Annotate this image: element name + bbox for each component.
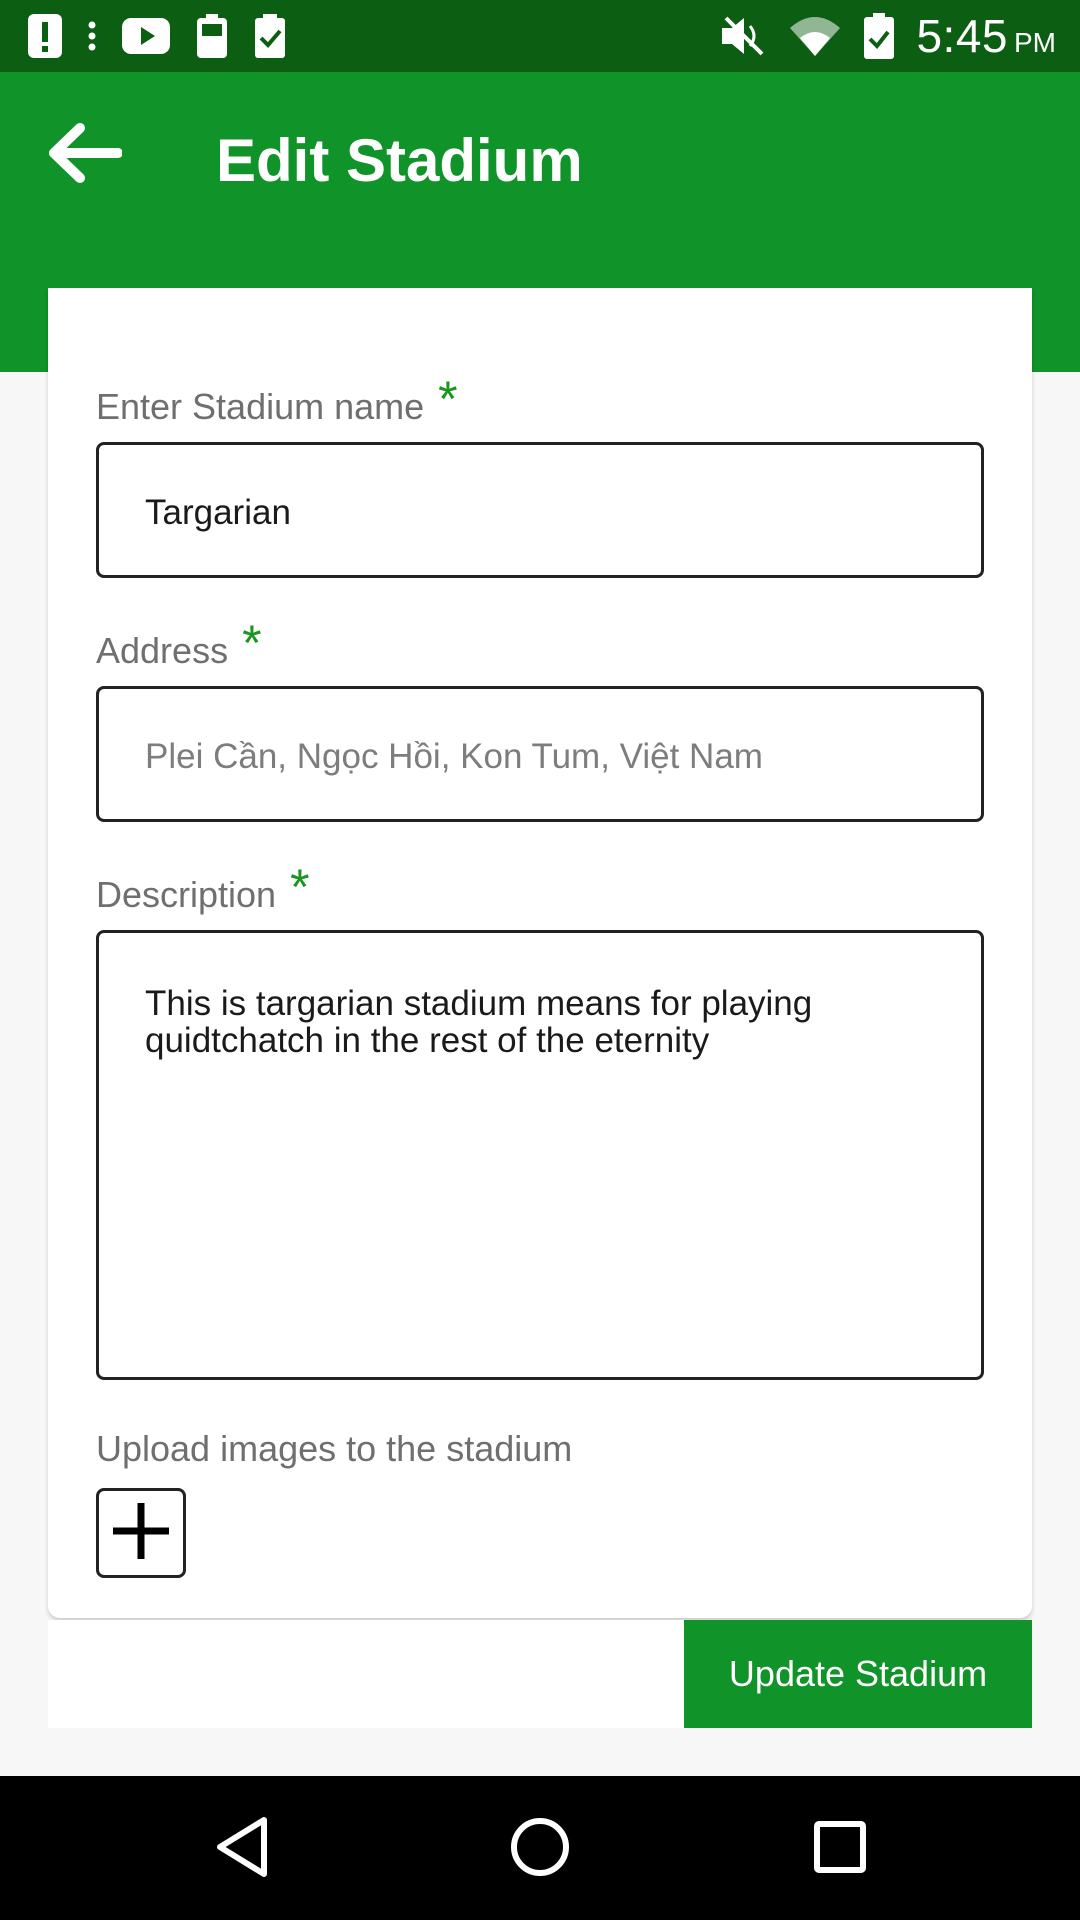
wifi-icon <box>788 14 842 58</box>
description-value: This is targarian stadium means for play… <box>145 984 813 1060</box>
status-time: 5:45 PM <box>916 9 1056 63</box>
status-left-icons <box>28 12 286 60</box>
mute-icon <box>720 14 766 58</box>
upload-images-label: Upload images to the stadium <box>96 1428 573 1469</box>
back-button[interactable] <box>44 120 124 190</box>
back-triangle-icon <box>214 1816 270 1883</box>
back-arrow-icon <box>46 122 123 189</box>
required-asterisk: * <box>438 371 458 427</box>
nav-recents-button[interactable] <box>800 1814 880 1884</box>
status-bar: 5:45 PM <box>0 0 1080 72</box>
address-placeholder: Plei Cần, Ngọc Hồi, Kon Tum, Việt Nam <box>145 737 763 776</box>
youtube-icon <box>122 18 170 54</box>
battery-icon <box>864 13 895 59</box>
required-asterisk: * <box>290 859 310 915</box>
system-nav-bar <box>0 1776 1080 1920</box>
description-label: Description * <box>96 862 310 916</box>
address-input[interactable]: Plei Cần, Ngọc Hồi, Kon Tum, Việt Nam <box>96 686 984 822</box>
nav-back-button[interactable] <box>202 1814 282 1884</box>
form-card: Enter Stadium name * Targarian Address *… <box>48 288 1032 1618</box>
status-right-icons: 5:45 PM <box>720 8 1056 64</box>
battery-saver-icon <box>196 14 228 58</box>
plus-icon <box>110 1500 172 1567</box>
add-image-button[interactable] <box>96 1488 186 1578</box>
stadium-name-input[interactable]: Targarian <box>96 442 984 578</box>
alert-icon <box>28 14 62 58</box>
recents-square-icon <box>813 1820 867 1879</box>
more-vert-icon <box>88 21 96 51</box>
description-label-text: Description <box>96 874 277 915</box>
required-asterisk: * <box>242 615 262 671</box>
stadium-name-label-text: Enter Stadium name <box>96 386 425 427</box>
stadium-name-label: Enter Stadium name * <box>96 374 458 428</box>
clock-ampm: PM <box>1014 27 1056 58</box>
nav-home-button[interactable] <box>500 1814 580 1884</box>
address-label-text: Address <box>96 630 229 671</box>
clipboard-check-icon <box>254 14 286 58</box>
bottom-strip <box>48 1620 684 1728</box>
clock-time: 5:45 <box>916 10 1008 62</box>
update-stadium-button[interactable]: Update Stadium <box>684 1620 1032 1728</box>
home-circle-icon <box>510 1817 570 1882</box>
page-title: Edit Stadium <box>216 127 583 194</box>
stadium-name-value: Targarian <box>145 493 291 532</box>
description-textarea[interactable]: This is targarian stadium means for play… <box>96 930 984 1380</box>
address-label: Address * <box>96 618 262 672</box>
